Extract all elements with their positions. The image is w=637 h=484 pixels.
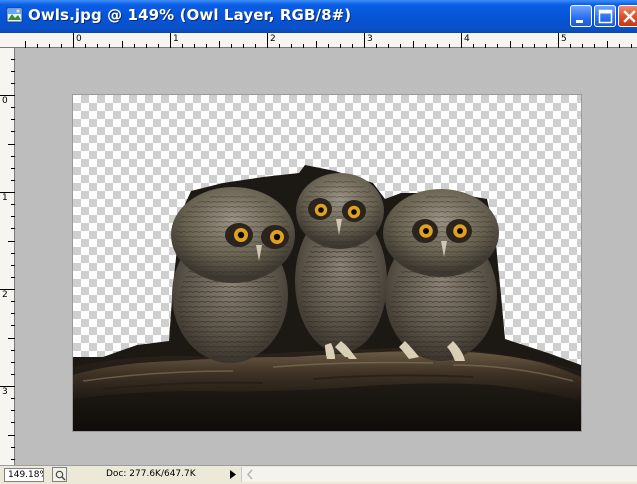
document-size-info: Doc: 277.6K/647.7K <box>106 469 196 479</box>
ruler-label: 3 <box>2 387 8 397</box>
horizontal-ruler[interactable]: 0 1 2 3 4 5 <box>0 33 637 48</box>
horizontal-scrollbar[interactable] <box>241 467 637 482</box>
vertical-ruler-ticks <box>0 59 15 460</box>
horizontal-ruler-ticks <box>25 33 632 48</box>
scroll-left-icon[interactable] <box>246 469 254 480</box>
ruler-label: 2 <box>2 290 8 300</box>
status-bar: 149.18% Doc: 277.6K/647.7K <box>0 465 637 484</box>
ruler-label: 4 <box>464 34 470 44</box>
right-owl <box>383 189 499 361</box>
document-window: Owls.jpg @ 149% (Owl Layer, RGB/8#) 0 1 … <box>0 0 637 484</box>
document-canvas[interactable] <box>73 95 581 431</box>
close-button[interactable] <box>618 5 637 27</box>
ruler-label: 3 <box>367 34 373 44</box>
ruler-label: 2 <box>270 34 276 44</box>
minimize-button[interactable] <box>570 5 592 27</box>
magnify-icon <box>55 470 66 481</box>
ruler-label: 5 <box>561 34 567 44</box>
title-bar[interactable]: Owls.jpg @ 149% (Owl Layer, RGB/8#) <box>0 0 637 33</box>
status-menu-arrow-icon[interactable] <box>226 467 240 482</box>
ruler-label: 1 <box>2 193 8 203</box>
zoom-level-field[interactable]: 149.18% <box>4 468 44 482</box>
photoshop-document-icon <box>6 6 24 28</box>
vertical-ruler[interactable]: 0 1 2 3 <box>0 48 15 465</box>
status-info-button[interactable] <box>52 467 67 482</box>
owl-layer-image[interactable] <box>73 95 581 431</box>
close-icon <box>623 10 636 23</box>
minimize-icon <box>576 20 583 23</box>
maximize-icon <box>598 9 613 24</box>
middle-owl <box>295 173 387 359</box>
window-title: Owls.jpg @ 149% (Owl Layer, RGB/8#) <box>28 6 352 24</box>
ruler-label: 0 <box>76 34 82 44</box>
ruler-label: 1 <box>173 34 179 44</box>
ruler-label: 0 <box>2 96 8 106</box>
maximize-button[interactable] <box>594 5 616 27</box>
